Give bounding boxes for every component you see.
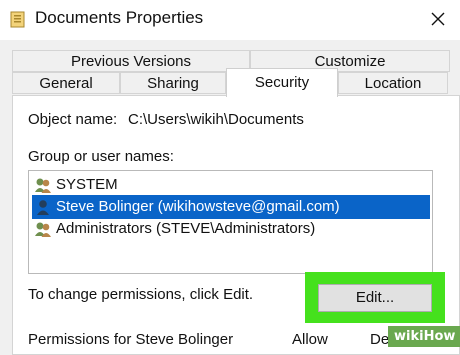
title-bar: Documents Properties: [0, 0, 460, 40]
list-item-administrators[interactable]: Administrators (STEVE\Administrators): [32, 217, 430, 241]
close-button[interactable]: [420, 2, 456, 36]
list-item-label: Administrators (STEVE\Administrators): [56, 220, 316, 237]
allow-column-header: Allow: [292, 331, 328, 348]
tab-location[interactable]: Location: [338, 72, 448, 94]
tab-previous-versions[interactable]: Previous Versions: [12, 50, 250, 72]
list-item-system[interactable]: SYSTEM: [32, 173, 430, 197]
list-item-label: Steve Bolinger (wikihowsteve@gmail.com): [56, 198, 340, 215]
edit-button[interactable]: Edit...: [318, 284, 432, 312]
group-or-user-names-label: Group or user names:: [28, 148, 174, 165]
object-name-value: C:\Users\wikih\Documents: [128, 111, 304, 128]
tab-security[interactable]: Security: [226, 68, 338, 97]
user-icon: [37, 200, 49, 215]
users-group-icon: [35, 178, 51, 193]
change-permissions-text: To change permissions, click Edit.: [28, 286, 254, 303]
wikihow-watermark: wikiHow: [388, 326, 460, 347]
list-item-label: SYSTEM: [56, 176, 118, 193]
permissions-for-label: Permissions for Steve Bolinger: [28, 331, 234, 348]
folder-icon: [10, 11, 25, 28]
user-listbox[interactable]: SYSTEM Steve Bolinger (wikihowsteve@gmai…: [28, 170, 433, 274]
list-item-steve-bolinger[interactable]: Steve Bolinger (wikihowsteve@gmail.com): [32, 195, 430, 219]
object-name-label: Object name:: [28, 111, 118, 128]
window-title: Documents Properties: [35, 8, 204, 27]
close-icon: [431, 12, 445, 26]
tab-sharing[interactable]: Sharing: [120, 72, 226, 94]
users-group-icon: [35, 222, 51, 237]
tab-general[interactable]: General: [12, 72, 120, 94]
